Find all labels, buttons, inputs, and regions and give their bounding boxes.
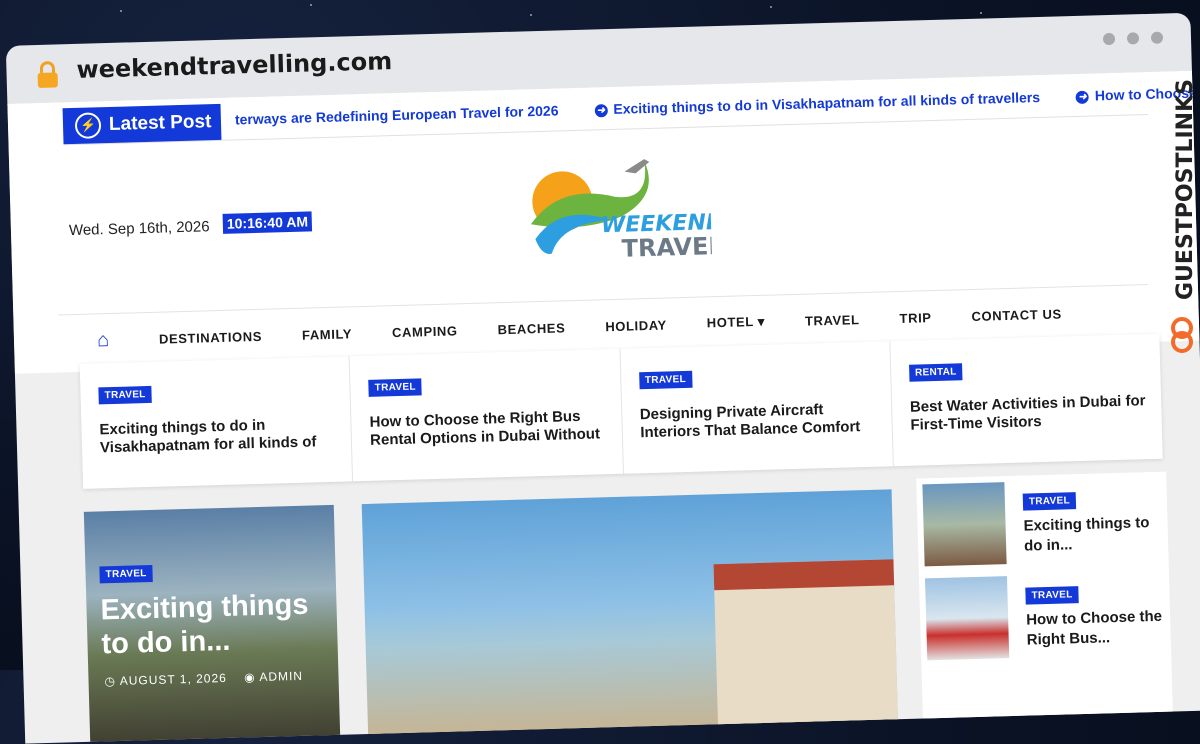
- guestpostlinks-watermark: GUESTPOSTLINKS: [1171, 79, 1198, 353]
- hero-image[interactable]: [361, 489, 899, 744]
- user-icon: ◉: [243, 670, 256, 685]
- ticker-link[interactable]: terways are Redefining European Travel f…: [235, 102, 559, 127]
- logo-text: TRAVEL: [621, 232, 712, 263]
- featured-post[interactable]: TRAVEL Exciting things to do in... ◷ AUG…: [83, 504, 341, 744]
- post-meta: ◷ AUGUST 1, 2026 ◉ ADMIN: [104, 669, 303, 689]
- nav-item[interactable]: DESTINATIONS: [159, 328, 262, 346]
- post-title[interactable]: How to Choose the Right Bus...: [1026, 607, 1167, 651]
- nav-item[interactable]: FAMILY: [302, 326, 352, 342]
- web-page: ⚡ Latest Post terways are Redefining Eur…: [7, 70, 1200, 744]
- nav-item-label: HOTEL: [706, 314, 754, 331]
- latest-post-text: Latest Post: [108, 111, 212, 135]
- hotel-roof: [713, 559, 895, 591]
- nav-item[interactable]: CAMPING: [392, 323, 458, 340]
- window-controls: [1102, 31, 1164, 46]
- nav-item[interactable]: TRIP: [899, 310, 931, 326]
- site-logo[interactable]: WEEKEND TRAVEL: [518, 139, 713, 275]
- window-dot[interactable]: [1126, 32, 1140, 45]
- post-title[interactable]: How to Choose the Right Bus Rental Optio…: [369, 407, 610, 450]
- browser-window: weekendtravelling.com ⚡ Latest Post terw…: [0, 0, 1200, 744]
- lock-icon: [37, 61, 58, 88]
- caret-down-icon: ▾: [757, 313, 766, 329]
- strip-card[interactable]: TRAVEL Designing Private Aircraft Interi…: [619, 341, 894, 474]
- ticker-link-wrap[interactable]: ➜ Exciting things to do in Visakhapatnam …: [594, 89, 1040, 118]
- strip-card[interactable]: RENTAL Best Water Activities in Dubai fo…: [890, 334, 1163, 466]
- category-badge[interactable]: RENTAL: [908, 363, 963, 382]
- post-title[interactable]: Exciting things to do in...: [1023, 513, 1164, 557]
- nav-item-hotel[interactable]: HOTEL ▾: [707, 314, 766, 332]
- url-bar[interactable]: weekendtravelling.com: [76, 47, 392, 84]
- nav-item[interactable]: CONTACT US: [971, 306, 1062, 324]
- category-badge[interactable]: TRAVEL: [99, 564, 153, 584]
- strip-card[interactable]: TRAVEL Exciting things to do in Visakhap…: [79, 356, 354, 489]
- window-dot[interactable]: [1102, 32, 1116, 46]
- arrow-circle-icon: ➜: [1075, 90, 1090, 104]
- nav-item[interactable]: BEACHES: [497, 320, 565, 337]
- arrow-circle-icon: ➜: [594, 104, 608, 118]
- nav-item[interactable]: TRAVEL: [805, 312, 860, 329]
- latest-post-label: ⚡ Latest Post: [62, 103, 222, 145]
- nav-item[interactable]: HOLIDAY: [605, 317, 667, 334]
- featured-title[interactable]: Exciting things to do in...: [100, 587, 332, 661]
- clock-icon: ◷: [104, 674, 117, 689]
- post-title[interactable]: Best Water Activities in Dubai for First…: [910, 392, 1151, 435]
- post-title[interactable]: Exciting things to do in Visakhapatnam f…: [99, 415, 340, 458]
- category-badge[interactable]: TRAVEL: [1022, 492, 1077, 511]
- post-thumbnail[interactable]: [925, 576, 1010, 661]
- ticker-link[interactable]: Exciting things to do in Visakhapatnam f…: [613, 89, 1040, 117]
- sidebar-post[interactable]: TRAVEL Exciting things to do in...: [922, 478, 1164, 573]
- bolt-icon: ⚡: [74, 112, 102, 139]
- window-dot[interactable]: [1150, 31, 1164, 44]
- category-badge[interactable]: TRAVEL: [98, 385, 152, 405]
- sidebar-posts: TRAVEL Exciting things to do in... TRAVE…: [916, 471, 1174, 729]
- current-time: 10:16:40 AM: [222, 211, 313, 234]
- category-badge[interactable]: TRAVEL: [1025, 586, 1079, 605]
- category-badge[interactable]: TRAVEL: [368, 378, 423, 397]
- post-author[interactable]: ADMIN: [259, 669, 303, 684]
- strip-card[interactable]: TRAVEL How to Choose the Right Bus Renta…: [349, 348, 624, 482]
- home-icon[interactable]: ⌂: [97, 329, 120, 351]
- post-title[interactable]: Designing Private Aircraft Interiors Tha…: [640, 400, 881, 443]
- watermark-text: GUESTPOSTLINKS: [1173, 79, 1198, 300]
- post-thumbnail[interactable]: [922, 482, 1007, 567]
- post-date: AUGUST 1, 2026: [119, 670, 228, 688]
- sidebar-post[interactable]: TRAVEL How to Choose the Right Bus...: [925, 572, 1167, 667]
- category-badge[interactable]: TRAVEL: [638, 370, 693, 390]
